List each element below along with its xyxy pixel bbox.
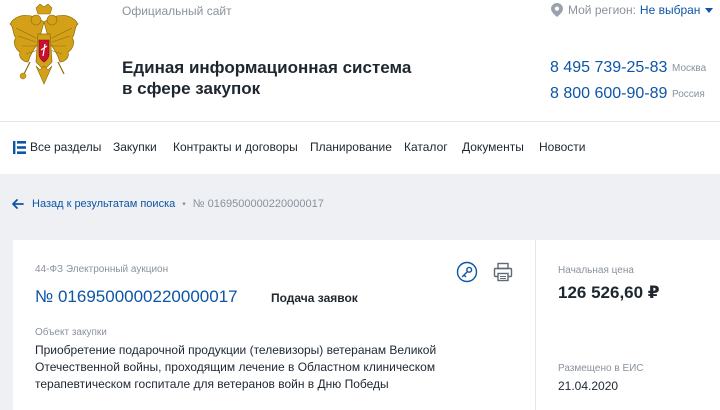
card-divider — [535, 240, 536, 410]
purchase-card: 44-ФЗ Электронный аукцион № 016950000022… — [13, 240, 720, 410]
object-description: Приобретение подарочной продукции (телев… — [35, 343, 437, 391]
initial-price: 126 526,60 ₽ — [558, 283, 660, 302]
print-icon[interactable] — [492, 261, 514, 283]
coat-of-arms-icon[interactable] — [8, 4, 80, 92]
placed-label: Размещено в ЕИС — [558, 363, 644, 374]
nav-news[interactable]: Новости — [539, 140, 585, 154]
breadcrumb: Назад к результатам поиска • № 016950000… — [12, 198, 324, 210]
nav-all-sections[interactable]: Все разделы — [30, 140, 101, 154]
site-title-line2: в сфере закупок — [122, 79, 261, 98]
phone-moscow[interactable]: 8 495 739-25-83 — [550, 59, 667, 77]
purchase-number-link[interactable]: № 0169500000220000017 — [35, 287, 238, 307]
site-title: Единая информационная система в сфере за… — [122, 57, 442, 99]
location-pin-icon — [551, 3, 563, 17]
official-site-label: Официальный сайт — [122, 4, 232, 18]
nav-purchases[interactable]: Закупки — [113, 140, 157, 154]
site-title-line1: Единая информационная система — [122, 58, 412, 77]
law-type: 44-ФЗ Электронный аукцион — [35, 264, 169, 275]
breadcrumb-current: № 0169500000220000017 — [192, 198, 324, 210]
region-label: Мой регион: — [568, 3, 636, 17]
region-selector[interactable]: Мой регион: Не выбран — [551, 3, 714, 17]
status-badge: Подача заявок — [271, 291, 358, 305]
breadcrumb-separator: • — [182, 198, 186, 210]
site-header: Официальный сайт Мой регион: Не выбран Е… — [0, 0, 720, 121]
back-to-results-link[interactable]: Назад к результатам поиска — [32, 198, 175, 210]
nav-documents[interactable]: Документы — [462, 140, 524, 154]
object-label: Объект закупки — [35, 327, 107, 338]
key-icon[interactable] — [456, 261, 478, 283]
phone-moscow-note: Москва — [672, 63, 707, 74]
placed-date: 21.04.2020 — [558, 379, 619, 393]
chevron-down-icon — [705, 7, 714, 13]
price-label: Начальная цена — [558, 265, 634, 276]
phone-russia-note: Россия — [672, 89, 705, 100]
region-value[interactable]: Не выбран — [640, 3, 701, 17]
main-nav: Все разделы Закупки Контракты и договоры… — [0, 121, 720, 174]
arrow-left-icon[interactable] — [12, 199, 24, 209]
phone-russia[interactable]: 8 800 600-90-89 — [550, 85, 667, 103]
nav-catalog[interactable]: Каталог — [404, 140, 448, 154]
nav-planning[interactable]: Планирование — [310, 140, 392, 154]
sections-menu-icon[interactable] — [13, 141, 26, 154]
nav-contracts[interactable]: Контракты и договоры — [173, 140, 298, 154]
